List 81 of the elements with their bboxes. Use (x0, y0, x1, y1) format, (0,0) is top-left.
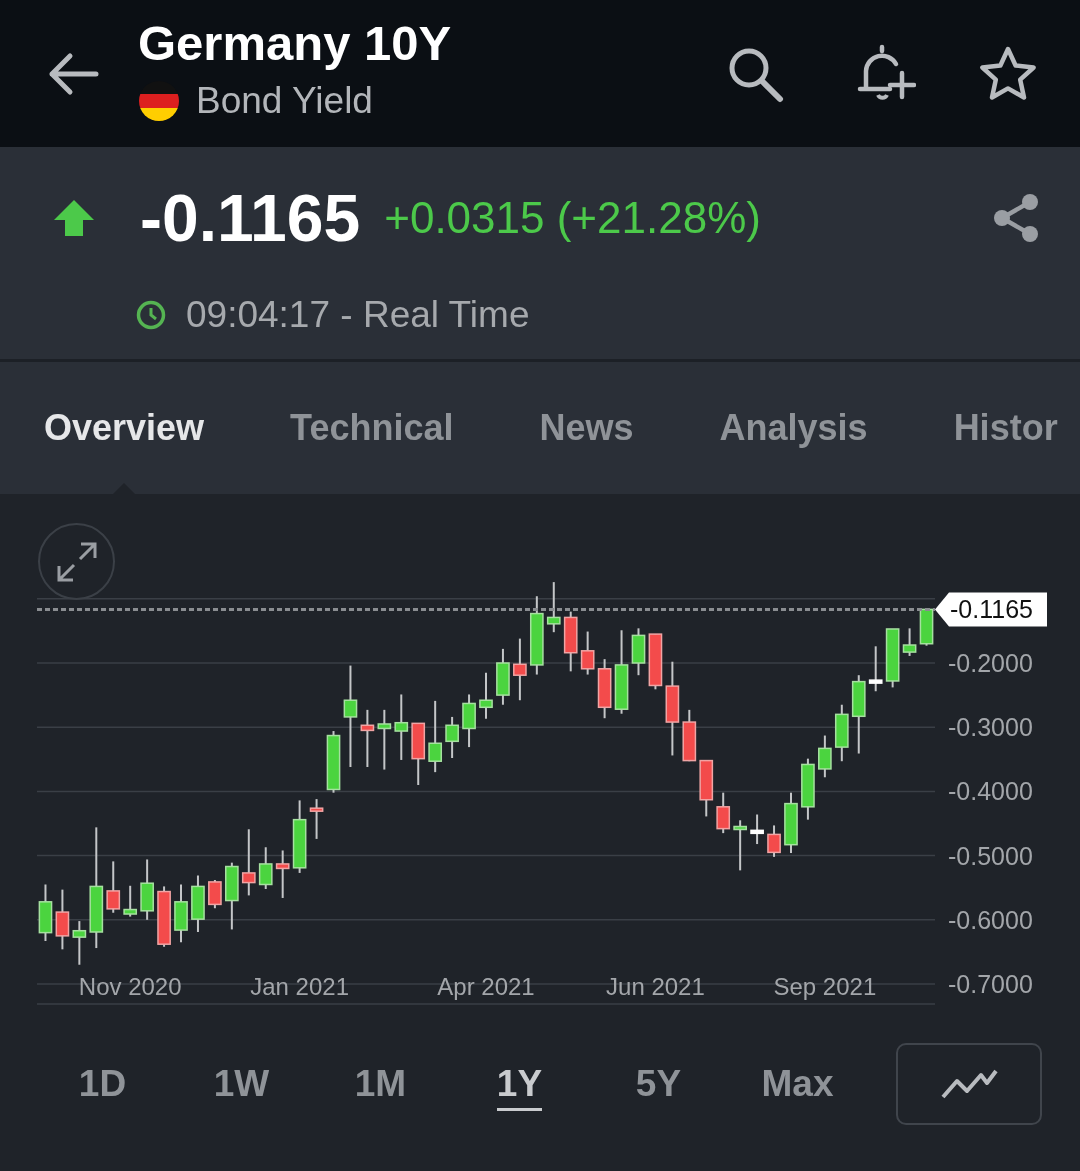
tab[interactable]: Analysis (719, 362, 868, 494)
candlestick (479, 671, 493, 720)
price-change: +0.0315 (+21.28%) (384, 196, 761, 240)
axis-label: -0.7000 (948, 970, 1033, 998)
candlestick (394, 693, 409, 761)
instrument-title: Germany 10Y (138, 18, 453, 70)
candlestick (106, 860, 121, 914)
last-price: -0.1165 (140, 185, 361, 251)
candlestick (648, 633, 663, 691)
candlestick (801, 757, 815, 821)
axis-label: Jan 2021 (250, 973, 349, 1000)
candlestick (919, 607, 934, 647)
line-chart-icon (940, 1067, 998, 1101)
axis-label: -0.5000 (948, 841, 1033, 870)
candlestick (597, 658, 612, 720)
range-button[interactable]: 1Y (450, 1056, 589, 1112)
candlestick (767, 824, 781, 858)
range-button[interactable]: 1D (33, 1056, 172, 1112)
candlestick (733, 819, 747, 872)
candlestick (818, 734, 832, 779)
expand-button[interactable] (38, 523, 115, 600)
candlestick (834, 703, 849, 763)
candlestick (546, 581, 561, 634)
axis-label: -0.6000 (948, 905, 1033, 934)
candlestick (699, 759, 714, 818)
candlestick (309, 798, 324, 840)
candlestick (275, 849, 290, 899)
candlestick (157, 885, 171, 948)
range-button[interactable]: 1W (172, 1056, 311, 1112)
candlestick (902, 627, 917, 657)
candlestick (631, 627, 646, 677)
range-button[interactable]: Max (728, 1056, 867, 1112)
candlestick (174, 883, 188, 944)
candlestick (750, 813, 764, 846)
tab[interactable]: Technical (290, 362, 454, 494)
candlestick (72, 920, 87, 966)
candlestick (123, 884, 138, 918)
candlestick (38, 883, 53, 942)
range-button[interactable]: 1M (311, 1056, 450, 1112)
candlestick (241, 828, 256, 897)
candlestick (411, 722, 426, 786)
candlestick (140, 858, 154, 921)
tab[interactable]: Overview (44, 362, 205, 494)
tab[interactable]: Histor (953, 362, 1058, 494)
tab[interactable]: News (539, 362, 634, 494)
candlestick (682, 708, 697, 763)
candlestick (225, 861, 239, 931)
candlestick (191, 874, 205, 933)
candlestick (868, 645, 883, 693)
candlestick (55, 888, 70, 951)
axis-label: Nov 2020 (78, 973, 182, 1000)
ref-line-label: -0.1165 (950, 595, 1033, 624)
candlestick (496, 647, 510, 706)
star-icon[interactable] (978, 44, 1038, 103)
chart-type-button[interactable] (896, 1043, 1042, 1125)
axis-label: -0.4000 (948, 777, 1033, 806)
candlestick (326, 730, 341, 794)
candlestick (513, 637, 527, 702)
candlestick (360, 708, 375, 768)
candlestick (258, 846, 273, 890)
candlestick (445, 715, 459, 759)
candlestick (784, 791, 798, 855)
candlestick (377, 708, 392, 771)
candlestick (208, 879, 222, 910)
update-time: 09:04:17 - Real Time (186, 293, 530, 337)
axis-label: -0.3000 (948, 713, 1033, 742)
candlestick (462, 693, 476, 749)
candlestick (580, 630, 595, 676)
axis-label: Sep 2021 (773, 973, 877, 1000)
germany-flag-icon (138, 80, 180, 123)
candlestick (716, 791, 731, 835)
clock-icon (136, 299, 166, 330)
axis-label: Jun 2021 (606, 973, 705, 1000)
range-button[interactable]: 5Y (589, 1056, 728, 1112)
instrument-subtitle: Bond Yield (196, 79, 373, 124)
price-tag: -0.1165 (935, 592, 1047, 627)
axis-label: Apr 2021 (437, 973, 535, 1000)
candlestick (885, 627, 900, 689)
share-icon[interactable] (992, 192, 1040, 244)
axis-label: -0.2000 (948, 649, 1033, 677)
candlestick (563, 610, 578, 673)
